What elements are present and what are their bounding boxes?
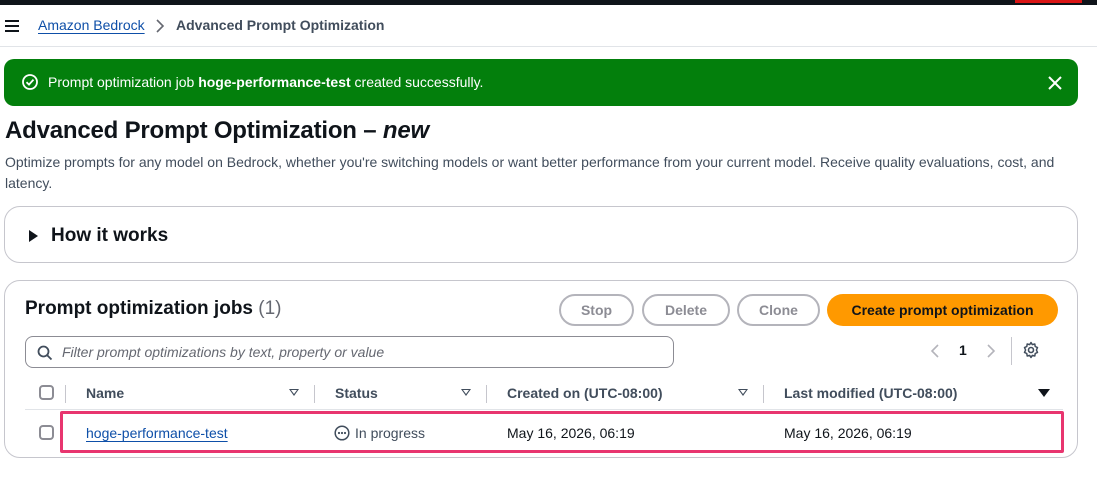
gear-icon[interactable] [1022,341,1040,359]
caret-right-icon [29,230,38,242]
close-icon[interactable] [1047,75,1063,91]
flash-job-name: hoge-performance-test [198,74,351,90]
select-all-checkbox[interactable] [39,385,54,400]
flash-text: Prompt optimization job hoge-performance… [48,74,483,90]
column-divider [314,385,315,403]
how-it-works-expander[interactable]: How it works [4,206,1078,263]
pagination-next-icon[interactable] [986,343,996,359]
breadcrumb-current: Advanced Prompt Optimization [176,17,385,33]
sort-status-icon[interactable] [461,389,471,396]
breadcrumb-amazon-bedrock[interactable]: Amazon Bedrock [38,17,145,33]
sort-created-icon[interactable] [738,389,748,396]
page-title-text: Advanced Prompt Optimization – [5,117,383,144]
page-description: Optimize prompts for any model on Bedroc… [5,154,1055,191]
success-flash-message: Prompt optimization job hoge-performance… [4,59,1078,106]
how-it-works-label: How it works [51,225,169,246]
column-divider [65,385,66,403]
column-header-status[interactable]: Status [335,385,378,401]
top-accent [1015,0,1082,3]
breadcrumb-bar: Amazon Bedrock Advanced Prompt Optimizat… [0,5,1097,47]
column-divider [486,385,487,403]
jobs-table-title: Prompt optimization jobs (1) [25,298,282,320]
pagination-prev-icon[interactable] [930,343,940,359]
column-header-modified[interactable]: Last modified (UTC-08:00) [784,385,957,401]
job-last-modified: May 16, 2026, 06:19 [784,425,912,441]
pagination-divider [1011,337,1012,365]
job-status: In progress [355,425,426,441]
check-circle-icon [22,74,38,90]
column-header-name[interactable]: Name [86,385,124,401]
in-progress-icon [334,425,350,441]
clone-button[interactable]: Clone [737,294,820,326]
filter-input-wrapper [25,336,674,368]
jobs-table-container: Prompt optimization jobs (1) Stop Delete… [4,280,1078,458]
table-header-divider [25,409,1063,410]
page-title-new-badge: new [382,117,429,144]
pagination-page-number[interactable]: 1 [959,342,967,358]
job-created-on: May 16, 2026, 06:19 [507,425,635,441]
hamburger-menu-icon[interactable] [5,20,19,32]
page-title: Advanced Prompt Optimization – new [5,117,429,145]
create-prompt-optimization-button[interactable]: Create prompt optimization [827,294,1058,326]
flash-suffix: created successfully. [350,74,484,90]
row-checkbox[interactable] [39,425,54,440]
job-name-link[interactable]: hoge-performance-test [86,425,228,441]
flash-prefix: Prompt optimization job [48,74,199,90]
jobs-count: (1) [258,298,282,319]
delete-button[interactable]: Delete [642,294,730,326]
sort-name-icon[interactable] [289,389,299,396]
filter-input[interactable] [62,341,662,363]
search-icon [37,345,53,361]
chevron-right-icon [156,19,165,33]
stop-button[interactable]: Stop [559,294,634,326]
column-header-created[interactable]: Created on (UTC-08:00) [507,385,663,401]
sort-modified-active-icon[interactable] [1038,389,1050,397]
jobs-title-text: Prompt optimization jobs [25,298,253,319]
column-divider [763,385,764,403]
